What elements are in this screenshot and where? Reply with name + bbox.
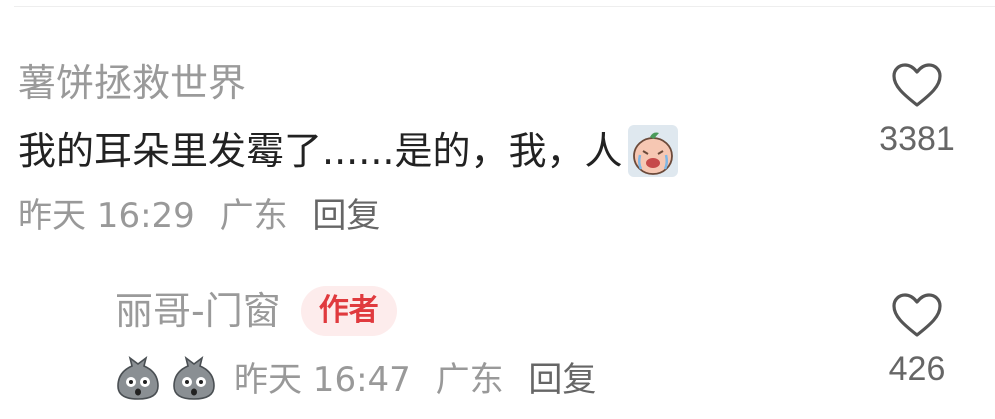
shocked-bag-emoji-icon <box>117 356 159 400</box>
comment-like-block[interactable]: 3381 <box>862 62 972 159</box>
heart-icon[interactable] <box>891 292 943 338</box>
crying-peach-emoji-icon <box>628 125 679 177</box>
comment-time: 昨天 16:29 <box>18 196 195 236</box>
comment-author[interactable]: 薯饼拯救世界 <box>18 60 246 106</box>
comment-like-count: 3381 <box>879 120 955 158</box>
comment-text[interactable]: 我的耳朵里发霉了......是的，我，人 <box>18 124 679 178</box>
reply-location: 广东 <box>435 359 504 400</box>
reply-reply-button[interactable]: 回复 <box>528 360 596 400</box>
reply-meta-row: 昨天 16:47 广东 回复 <box>112 350 610 402</box>
reply-like-block[interactable]: 426 <box>862 292 972 389</box>
heart-icon[interactable] <box>891 62 943 108</box>
reply-meta: 昨天 16:47 广东 回复 <box>234 352 610 401</box>
top-divider <box>14 6 995 7</box>
reply-time: 昨天 16:47 <box>234 359 411 400</box>
shocked-bag-emoji-icon <box>173 356 215 400</box>
comment-reply-button[interactable]: 回复 <box>312 196 380 236</box>
comment-text-content: 我的耳朵里发霉了......是的，我，人 <box>18 129 623 173</box>
comment-meta: 昨天 16:29 广东 回复 <box>18 194 394 238</box>
reply-author[interactable]: 丽哥-门窗 <box>115 286 281 336</box>
author-badge: 作者 <box>300 286 397 336</box>
comment-location: 广东 <box>219 196 288 236</box>
reply-like-count: 426 <box>888 350 946 388</box>
reply-header: 丽哥-门窗 作者 <box>115 286 397 336</box>
